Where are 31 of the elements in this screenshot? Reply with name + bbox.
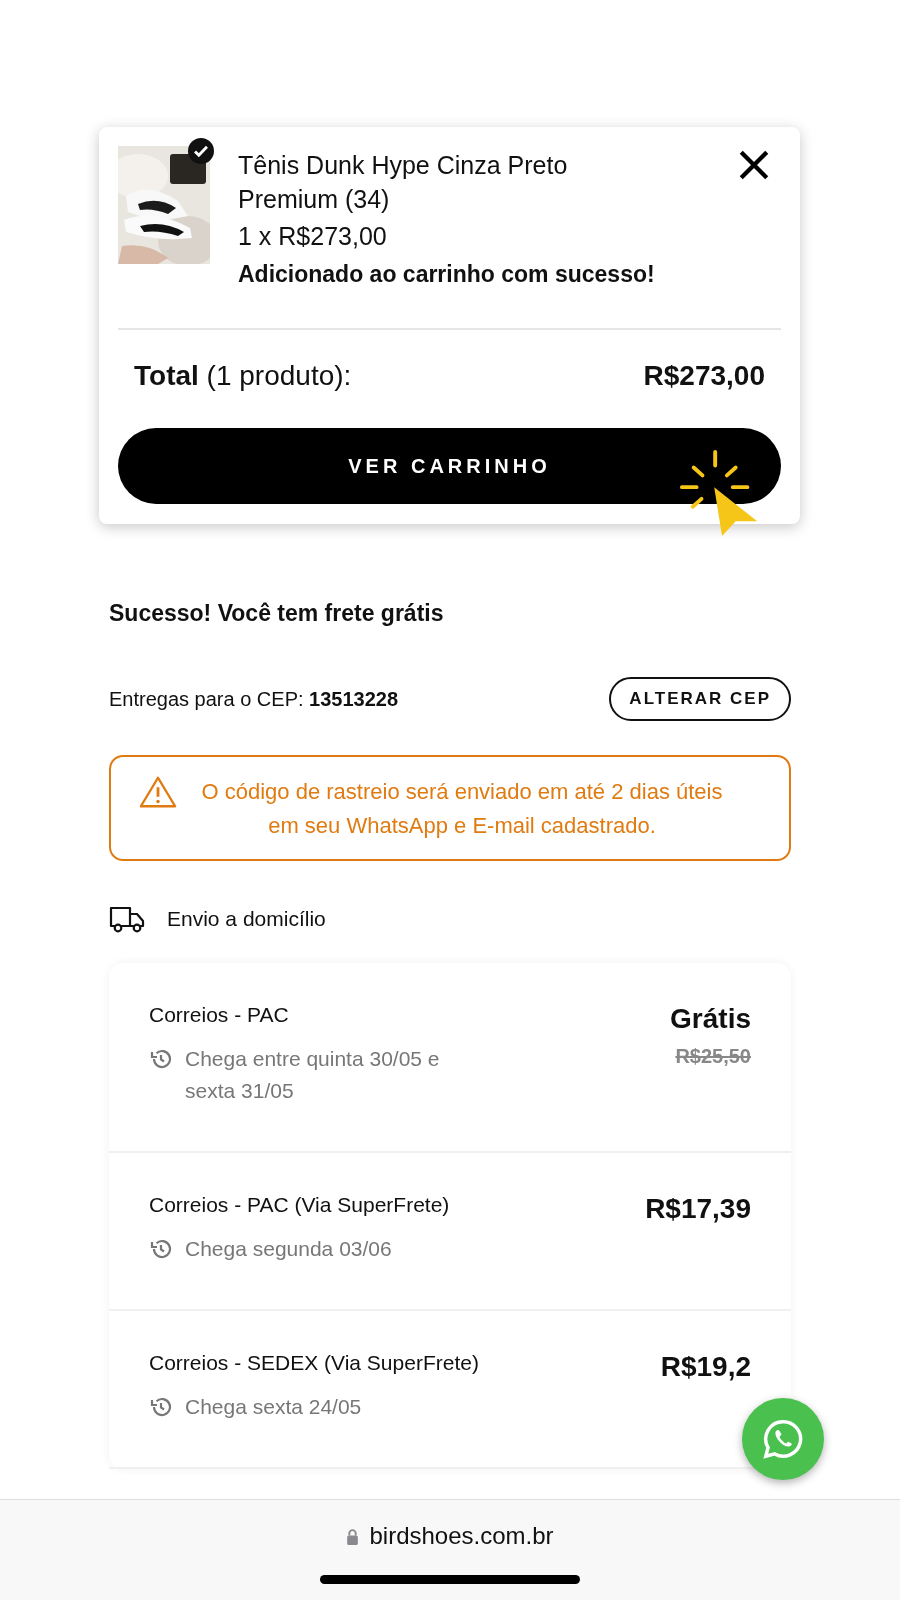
check-badge-icon <box>188 138 214 164</box>
history-icon <box>149 1395 173 1419</box>
shipping-method: Envio a domicílio <box>167 907 326 931</box>
delivery-estimate: Chega sexta 24/05 <box>185 1394 362 1420</box>
close-button[interactable] <box>737 148 771 182</box>
change-cep-button[interactable]: ALTERAR CEP <box>609 677 791 721</box>
cep-label: Entregas para o CEP: 13513228 <box>109 687 399 711</box>
quantity-price: 1 x R$273,00 <box>238 222 388 251</box>
lock-icon <box>346 1527 360 1545</box>
notice-text: O código de rastreio será enviado em até 2 dias úteis em seu WhatsApp e E-mail cadastrado. <box>200 778 724 840</box>
view-cart-button[interactable]: VER CARRINHO <box>118 428 781 504</box>
free-shipping-heading: Sucesso! Você tem frete grátis <box>109 600 445 627</box>
option-name: Correios - SEDEX (Via SuperFrete) <box>149 1351 479 1375</box>
product-name: Tênis Dunk Hype Cinza Preto Premium (34) <box>238 150 569 215</box>
history-icon <box>149 1237 173 1261</box>
total-value: R$273,00 <box>643 360 765 392</box>
option-price: R$17,39 <box>645 1193 751 1225</box>
option-price: R$19,2 <box>660 1351 751 1383</box>
total-label: Total (1 produto): <box>134 360 352 392</box>
url-text[interactable]: birdshoes.com.br <box>369 1522 554 1550</box>
option-price: Grátis <box>670 1003 751 1035</box>
truck-icon <box>109 905 145 933</box>
option-name: Correios - PAC (Via SuperFrete) <box>149 1193 451 1217</box>
option-name: Correios - PAC <box>149 1003 290 1027</box>
success-message: Adicionado ao carrinho com sucesso! <box>238 261 656 288</box>
delivery-estimate: Chega entre quinta 30/05 e sexta 31/05 <box>185 1046 441 1104</box>
history-icon <box>149 1047 173 1071</box>
warning-icon <box>139 775 177 809</box>
whatsapp-button[interactable] <box>742 1398 824 1480</box>
old-price: R$25,50 <box>674 1045 751 1068</box>
delivery-estimate: Chega segunda 03/06 <box>185 1236 392 1262</box>
